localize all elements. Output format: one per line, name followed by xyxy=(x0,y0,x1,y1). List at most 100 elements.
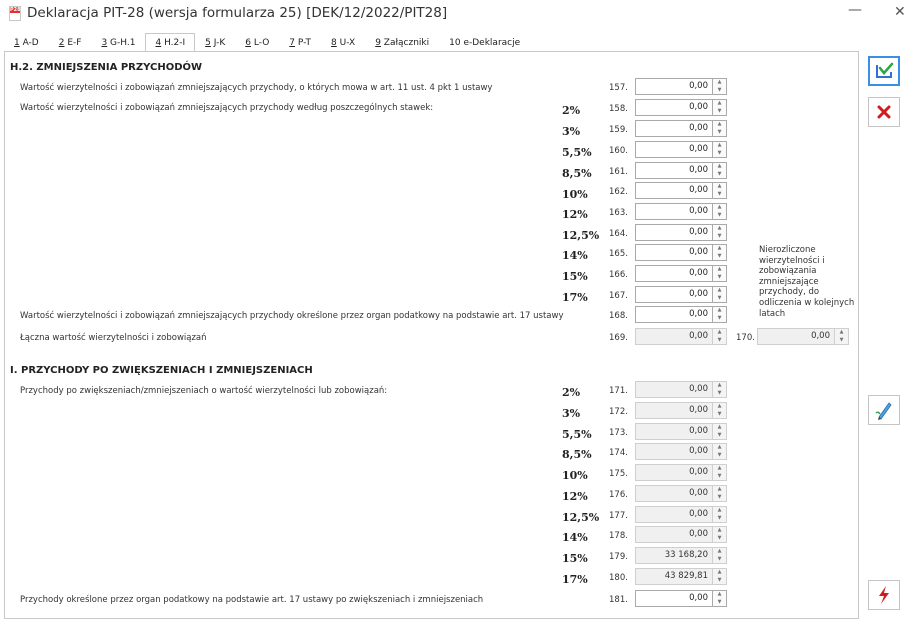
spin-up-icon[interactable]: ▲ xyxy=(713,287,726,295)
input-168[interactable]: 0,00 xyxy=(635,306,713,323)
input-157[interactable]: 0,00 xyxy=(635,78,713,95)
tab-zalaczniki[interactable]: 9 Załączniki xyxy=(365,33,439,52)
spinner-157[interactable]: ▲ ▼ xyxy=(713,78,727,95)
cancel-button[interactable] xyxy=(868,97,900,127)
tab-e-deklaracje[interactable]: 10 e-Deklaracje xyxy=(439,33,530,52)
rate-label: 15% xyxy=(562,270,588,283)
spinner-172: ▲ ▼ xyxy=(713,402,727,419)
spinner-164[interactable]: ▲ ▼ xyxy=(713,224,727,241)
spin-up-icon: ▲ xyxy=(717,382,722,388)
input-158[interactable]: 0,00 xyxy=(635,99,713,116)
spin-down-icon[interactable]: ▼ xyxy=(713,274,726,282)
field-number: 160. xyxy=(609,146,628,156)
spin-down-icon: ▼ xyxy=(717,336,722,343)
spin-down-icon[interactable]: ▼ xyxy=(713,129,726,137)
save-button[interactable] xyxy=(868,56,900,86)
spinner-163[interactable]: ▲ ▼ xyxy=(713,203,727,220)
spin-down-icon[interactable]: ▼ xyxy=(713,253,726,261)
spin-down-icon[interactable]: ▼ xyxy=(713,212,726,220)
spin-up-icon[interactable]: ▲ xyxy=(713,204,726,212)
close-button[interactable]: ✕ xyxy=(894,4,906,20)
spin-up-icon[interactable]: ▲ xyxy=(713,245,726,253)
spinner-180: ▲ ▼ xyxy=(713,568,727,585)
field-number: 179. xyxy=(609,552,628,562)
input-163[interactable]: 0,00 xyxy=(635,203,713,220)
spinner-168[interactable]: ▲ ▼ xyxy=(713,306,727,323)
spinner-165[interactable]: ▲ ▼ xyxy=(713,244,727,261)
spinner-161[interactable]: ▲ ▼ xyxy=(713,162,727,179)
spin-down-icon: ▼ xyxy=(717,534,722,541)
spin-down-icon[interactable]: ▼ xyxy=(713,150,726,158)
tab-j-k[interactable]: 5 J-K xyxy=(195,33,235,52)
spin-down-icon[interactable]: ▼ xyxy=(713,171,726,179)
spin-up-icon: ▲ xyxy=(717,329,722,335)
spin-up-icon: ▲ xyxy=(717,424,722,430)
pen-icon xyxy=(875,402,892,420)
tab-p-t[interactable]: 7 P-T xyxy=(279,33,321,52)
spin-up-icon: ▲ xyxy=(717,527,722,533)
spinner-158[interactable]: ▲ ▼ xyxy=(713,99,727,116)
spin-down-icon[interactable]: ▼ xyxy=(713,191,726,199)
title-bar: P28 Deklaracja PIT-28 (wersja formularza… xyxy=(0,0,920,28)
spin-up-icon[interactable]: ▲ xyxy=(713,100,726,108)
spin-up-icon[interactable]: ▲ xyxy=(713,121,726,129)
spin-down-icon[interactable]: ▼ xyxy=(713,295,726,303)
input-172: 0,00 xyxy=(635,402,713,419)
spinner-170: ▲ ▼ xyxy=(835,328,849,345)
input-167[interactable]: 0,00 xyxy=(635,286,713,303)
rate-label: 5,5% xyxy=(562,146,592,159)
sign-button[interactable] xyxy=(868,395,900,425)
input-164[interactable]: 0,00 xyxy=(635,224,713,241)
spinner-160[interactable]: ▲ ▼ xyxy=(713,141,727,158)
field-number: 168. xyxy=(609,311,628,321)
input-159[interactable]: 0,00 xyxy=(635,120,713,137)
spin-up-icon[interactable]: ▲ xyxy=(713,79,726,87)
input-162[interactable]: 0,00 xyxy=(635,182,713,199)
input-160[interactable]: 0,00 xyxy=(635,141,713,158)
spin-down-icon: ▼ xyxy=(717,493,722,500)
input-161[interactable]: 0,00 xyxy=(635,162,713,179)
tab-g-h1[interactable]: 3 G-H.1 xyxy=(91,33,145,52)
spin-up-icon[interactable]: ▲ xyxy=(713,591,726,599)
spinner-166[interactable]: ▲ ▼ xyxy=(713,265,727,282)
spinner-167[interactable]: ▲ ▼ xyxy=(713,286,727,303)
spin-up-icon[interactable]: ▲ xyxy=(713,266,726,274)
spin-up-icon[interactable]: ▲ xyxy=(713,307,726,315)
window-title: Deklaracja PIT-28 (wersja formularza 25)… xyxy=(27,5,448,21)
field-number: 157. xyxy=(609,83,628,93)
spin-down-icon[interactable]: ▼ xyxy=(713,108,726,116)
spinner-169: ▲ ▼ xyxy=(713,328,727,345)
spinner-176: ▲ ▼ xyxy=(713,485,727,502)
spin-down-icon: ▼ xyxy=(717,451,722,458)
spinner-159[interactable]: ▲ ▼ xyxy=(713,120,727,137)
spin-up-icon[interactable]: ▲ xyxy=(713,142,726,150)
minimize-button[interactable]: — xyxy=(848,2,862,18)
spinner-162[interactable]: ▲ ▼ xyxy=(713,182,727,199)
spinner-181[interactable]: ▲ ▼ xyxy=(713,590,727,607)
tab-h2-i[interactable]: 4 H.2-I xyxy=(145,33,196,52)
calculate-button[interactable] xyxy=(868,580,900,610)
section-i-title: I. PRZYCHODY PO ZWIĘKSZENIACH I ZMNIEJSZ… xyxy=(10,365,313,376)
field-number: 175. xyxy=(609,469,628,479)
spin-down-icon[interactable]: ▼ xyxy=(713,599,726,607)
input-181[interactable]: 0,00 xyxy=(635,590,713,607)
spin-down-icon[interactable]: ▼ xyxy=(713,233,726,241)
spin-down-icon: ▼ xyxy=(717,410,722,417)
label-157: Wartość wierzytelności i zobowiązań zmni… xyxy=(20,83,493,93)
spin-down-icon[interactable]: ▼ xyxy=(713,87,726,95)
spin-down-icon: ▼ xyxy=(717,472,722,479)
tab-l-o[interactable]: 6 L-O xyxy=(235,33,279,52)
rate-label: 3% xyxy=(562,125,581,138)
input-165[interactable]: 0,00 xyxy=(635,244,713,261)
spin-down-icon[interactable]: ▼ xyxy=(713,315,726,323)
input-166[interactable]: 0,00 xyxy=(635,265,713,282)
tab-u-x[interactable]: 8 U-X xyxy=(321,33,365,52)
spin-up-icon[interactable]: ▲ xyxy=(713,163,726,171)
tab-e-f[interactable]: 2 E-F xyxy=(49,33,92,52)
tab-a-d[interactable]: 1 A-D xyxy=(4,33,49,52)
field-number: 161. xyxy=(609,167,628,177)
field-number: 164. xyxy=(609,229,628,239)
spin-up-icon[interactable]: ▲ xyxy=(713,225,726,233)
spinner-178: ▲ ▼ xyxy=(713,526,727,543)
spin-up-icon[interactable]: ▲ xyxy=(713,183,726,191)
